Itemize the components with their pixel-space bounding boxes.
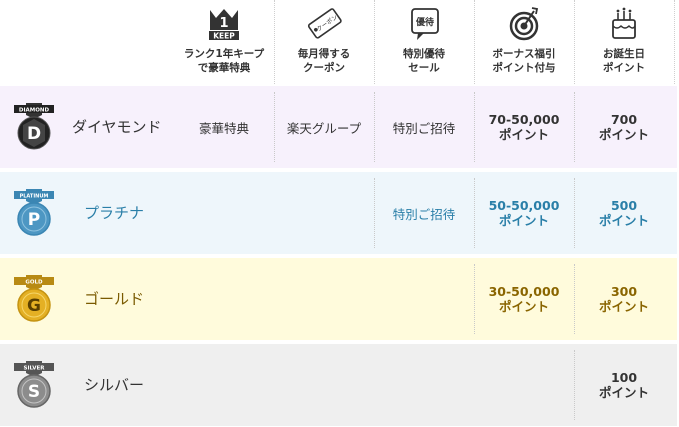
header-label-coupon: 毎月得する クーポン — [297, 48, 351, 74]
header-col-birthday: お誕生日 ポイント — [574, 0, 675, 84]
gold-sale-benefit — [374, 258, 474, 340]
gold-keep-benefit — [174, 258, 274, 340]
rank-row-silver: SILVER S シルバー 100 ポイント — [0, 342, 677, 426]
silver-badge-text: SILVER — [23, 366, 45, 372]
silver-bonus-points — [474, 344, 574, 426]
birthday-cake-icon — [612, 7, 636, 39]
platinum-badge-text: PLATINUM — [20, 194, 49, 200]
column-divider — [374, 92, 375, 162]
column-divider — [574, 350, 575, 420]
header-label-birthday: お誕生日 ポイント — [603, 48, 645, 74]
gold-bonus-points: 30-50,000 ポイント — [488, 284, 560, 314]
silver-badge-icon: SILVER S — [14, 361, 54, 408]
platinum-bonus-points: 50-50,000 ポイント — [488, 198, 560, 228]
silver-sale-benefit — [374, 344, 474, 426]
column-divider — [574, 92, 575, 162]
speech-bubble-icon: 優待 — [411, 8, 439, 40]
diamond-badge-icon: DIAMOND D — [14, 103, 54, 150]
silver-keep-benefit — [174, 344, 274, 426]
platinum-badge-letter: P — [28, 210, 40, 230]
platinum-badge-icon: PLATINUM P — [14, 189, 54, 236]
diamond-coupon-benefit: 楽天グループ — [286, 120, 362, 136]
platinum-sale-benefit: 特別ご招待 — [392, 206, 456, 222]
rank-row-platinum: PLATINUM P プラチナ 特別ご招待 50-50,000 ポイント 500… — [0, 170, 677, 254]
diamond-badge-letter: D — [27, 124, 41, 144]
silver-coupon-benefit — [274, 344, 374, 426]
header-label-keep: ランク1年キープ で豪華特典 — [183, 48, 265, 74]
silver-badge-letter: S — [28, 382, 40, 402]
gold-badge-letter: G — [27, 296, 41, 316]
keep-crown-icon: 1 KEEP — [209, 9, 239, 41]
header-col-bonus: ボーナス福引 ポイント付与 — [474, 0, 575, 84]
header-col-sale: 優待 特別優待 セール — [374, 0, 475, 84]
column-divider — [474, 92, 475, 162]
coupon-icon: クーポン — [307, 8, 342, 39]
platinum-coupon-benefit — [274, 172, 374, 254]
column-divider — [574, 178, 575, 248]
gold-coupon-benefit — [274, 258, 374, 340]
diamond-keep-benefit: 豪華特典 — [198, 120, 249, 136]
target-icon — [509, 7, 539, 41]
gold-birthday-points: 300 ポイント — [598, 284, 649, 314]
sale-icon-text: 優待 — [415, 16, 434, 28]
keep-icon-number: 1 — [219, 16, 228, 31]
header-label-bonus: ボーナス福引 ポイント付与 — [492, 48, 556, 74]
column-divider — [474, 264, 475, 334]
column-divider — [274, 92, 275, 162]
rank-name-silver: シルバー — [84, 376, 145, 394]
header-col-coupon: クーポン 毎月得する クーポン — [274, 0, 375, 84]
rank-row-diamond: DIAMOND D ダイヤモンド 豪華特典 楽天グループ 特別ご招待 70-50… — [0, 84, 677, 168]
column-divider — [574, 264, 575, 334]
silver-birthday-points: 100 ポイント — [598, 370, 649, 400]
header-label-sale: 特別優待 セール — [403, 48, 445, 74]
gold-badge-icon: GOLD G — [14, 275, 54, 322]
benefits-header: 1 KEEP ランク1年キープ で豪華特典 クーポン 毎月得する クーポン 優待… — [0, 0, 679, 84]
column-divider — [474, 178, 475, 248]
column-divider — [374, 178, 375, 248]
diamond-badge-text: DIAMOND — [19, 108, 50, 114]
rank-name-diamond: ダイヤモンド — [72, 118, 162, 136]
rank-name-platinum: プラチナ — [84, 204, 145, 222]
keep-icon-caption: KEEP — [213, 32, 235, 41]
platinum-keep-benefit — [174, 172, 274, 254]
header-col-keep: 1 KEEP ランク1年キープ で豪華特典 — [174, 0, 275, 84]
diamond-bonus-points: 70-50,000 ポイント — [488, 112, 560, 142]
rank-name-gold: ゴールド — [84, 290, 145, 308]
diamond-sale-benefit: 特別ご招待 — [392, 120, 456, 136]
platinum-birthday-points: 500 ポイント — [598, 198, 649, 228]
diamond-birthday-points: 700 ポイント — [598, 112, 649, 142]
rank-row-gold: GOLD G ゴールド 30-50,000 ポイント 300 ポイント — [0, 256, 677, 340]
gold-badge-text: GOLD — [25, 280, 43, 286]
